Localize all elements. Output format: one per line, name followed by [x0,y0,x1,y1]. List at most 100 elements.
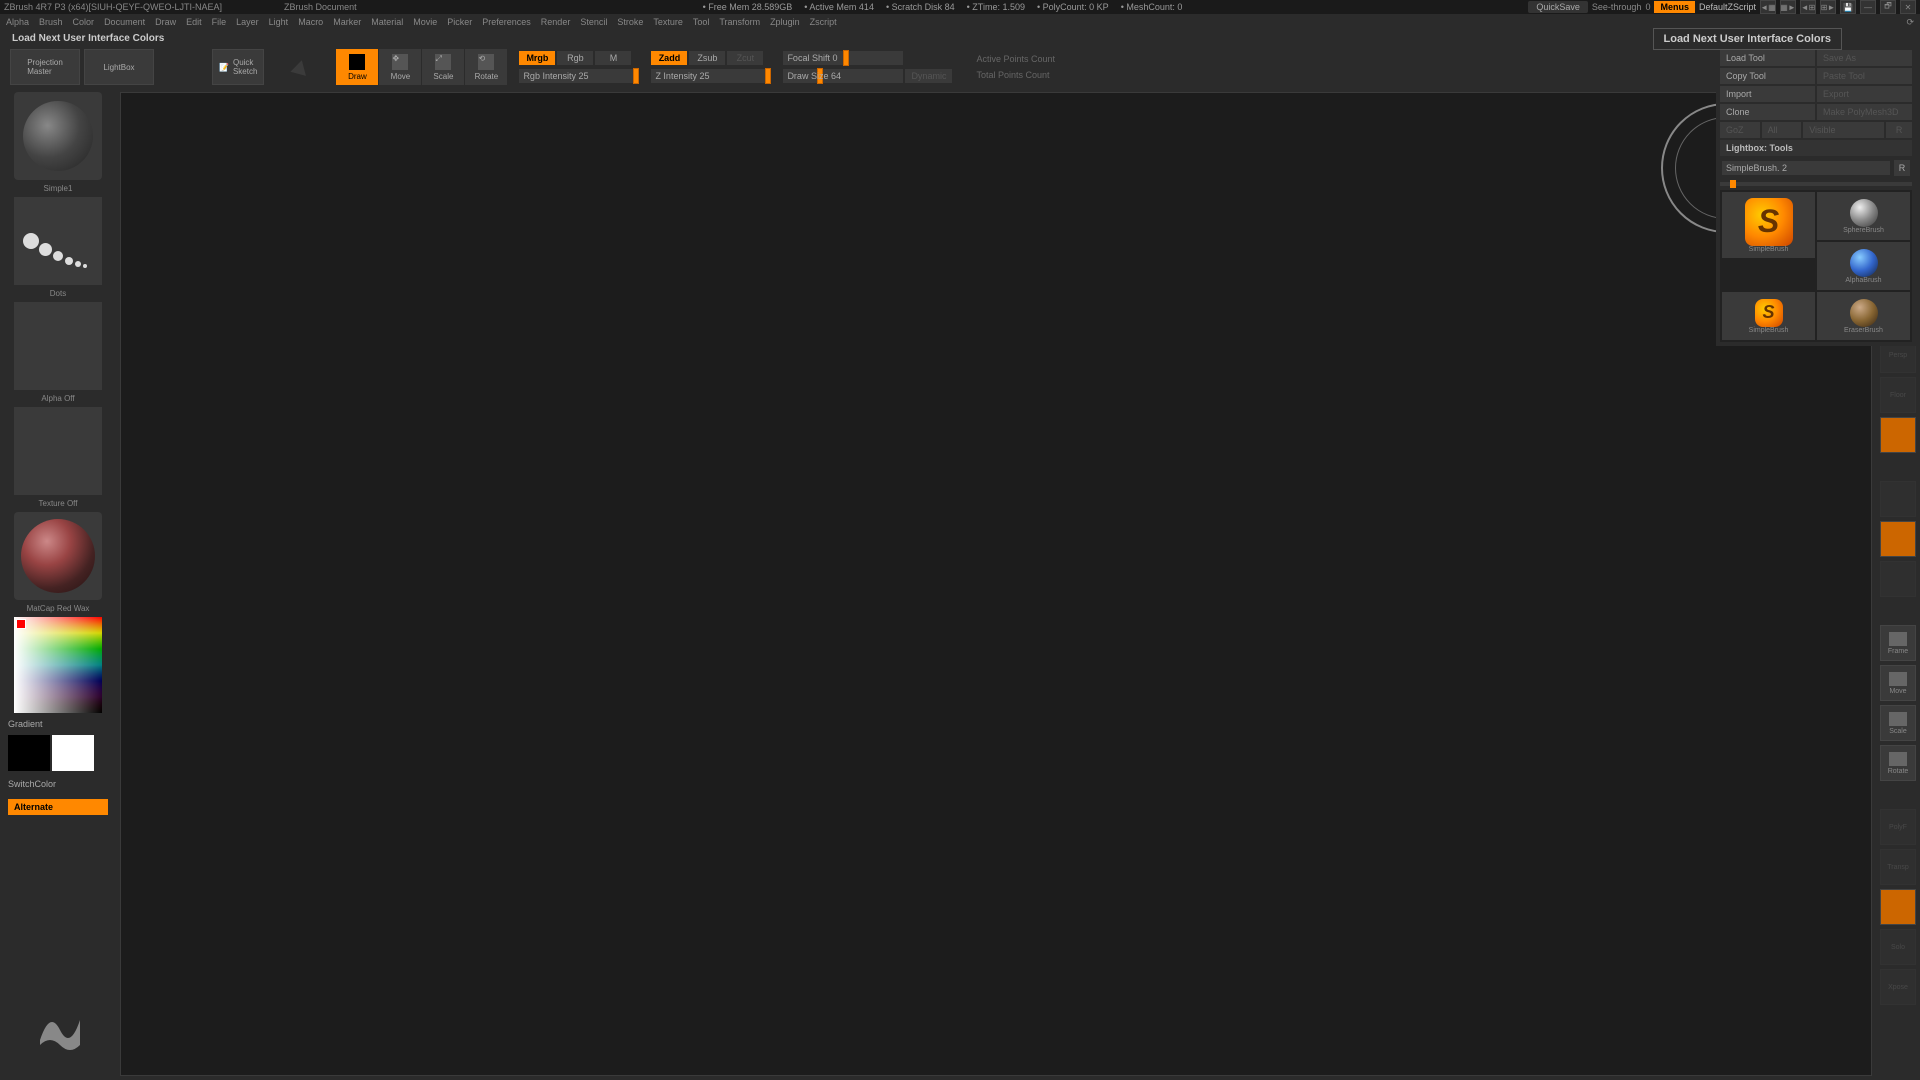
tool-alphabrush[interactable]: AlphaBrush [1817,242,1910,290]
menu-marker[interactable]: Marker [333,17,361,27]
gradient-button[interactable]: Gradient [4,717,112,731]
opt-button[interactable] [1880,561,1916,597]
menu-macro[interactable]: Macro [298,17,323,27]
xyz-button[interactable] [1880,521,1916,557]
menu-light[interactable]: Light [269,17,289,27]
lightbox-tools-header[interactable]: Lightbox: Tools [1720,140,1912,156]
tool-simplebrush2[interactable]: S SimpleBrush [1722,292,1815,340]
save-as-button[interactable]: Save As [1817,50,1912,66]
move-button[interactable]: Move [1880,665,1916,701]
close-icon[interactable]: ✕ [1900,0,1916,14]
menu-preferences[interactable]: Preferences [482,17,531,27]
tool-slider[interactable] [1720,182,1912,186]
tool-r-button[interactable]: R [1894,160,1910,176]
load-tool-button[interactable]: Load Tool [1720,50,1815,66]
goz-visible-button[interactable]: Visible [1803,122,1884,138]
menu-tool[interactable]: Tool [693,17,710,27]
primary-color-swatch[interactable] [52,735,94,771]
move-mode-button[interactable]: ✥Move [379,49,421,85]
copy-tool-button[interactable]: Copy Tool [1720,68,1815,84]
lsym-button[interactable] [1880,481,1916,517]
solo-button[interactable]: Solo [1880,929,1916,965]
make-polymesh-button[interactable]: Make PolyMesh3D [1817,104,1912,120]
menu-material[interactable]: Material [371,17,403,27]
paste-tool-button[interactable]: Paste Tool [1817,68,1912,84]
stroke-preview[interactable] [14,197,102,285]
layout-prev-icon[interactable]: ◄⊞ [1800,0,1816,14]
canvas[interactable] [120,92,1872,1076]
secondary-color-swatch[interactable] [8,735,50,771]
import-button[interactable]: Import [1720,86,1815,102]
menu-zscript[interactable]: Zscript [810,17,837,27]
floor-button[interactable]: Floor [1880,377,1916,413]
rgb-button[interactable]: Rgb [557,51,593,65]
menu-file[interactable]: File [212,17,227,27]
tool-simplebrush[interactable]: S SimpleBrush [1722,192,1815,258]
menu-zplugin[interactable]: Zplugin [770,17,800,27]
menu-render[interactable]: Render [541,17,571,27]
texture-preview[interactable] [14,407,102,495]
tool-spherebrush[interactable]: SphereBrush [1817,192,1910,240]
menu-draw[interactable]: Draw [155,17,176,27]
switch-color-button[interactable]: SwitchColor [4,775,112,793]
menu-movie[interactable]: Movie [413,17,437,27]
menu-alpha[interactable]: Alpha [6,17,29,27]
goz-r-button[interactable]: R [1886,122,1912,138]
material-preview[interactable] [14,512,102,600]
menu-picker[interactable]: Picker [447,17,472,27]
export-button[interactable]: Export [1817,86,1912,102]
scale-mode-button[interactable]: ⤢Scale [422,49,464,85]
tool-name-input[interactable] [1722,161,1890,175]
menu-brush[interactable]: Brush [39,17,63,27]
goz-all-button[interactable]: All [1762,122,1802,138]
menu-texture[interactable]: Texture [653,17,683,27]
menu-transform[interactable]: Transform [719,17,760,27]
scale-button[interactable]: Scale [1880,705,1916,741]
polyf-button[interactable]: PolyF [1880,809,1916,845]
transp-button[interactable]: Transp [1880,849,1916,885]
save-ui-icon[interactable]: 💾 [1840,0,1856,14]
dynamic-button[interactable]: Dynamic [905,69,952,83]
zadd-button[interactable]: Zadd [651,51,687,65]
quicksketch-button[interactable]: 📝Quick Sketch [212,49,264,85]
see-through-label[interactable]: See-through [1592,2,1642,12]
rgb-intensity-slider[interactable]: Rgb Intensity 25 [519,69,639,83]
m-button[interactable]: M [595,51,631,65]
layout-next-icon[interactable]: ⊞► [1820,0,1836,14]
local-button[interactable] [1880,417,1916,453]
focal-shift-slider[interactable]: Focal Shift 0 [783,51,903,65]
brush-preview[interactable] [14,92,102,180]
zsub-button[interactable]: Zsub [689,51,725,65]
ghost-button[interactable] [1880,889,1916,925]
rotate-button[interactable]: Rotate [1880,745,1916,781]
rotate-mode-button[interactable]: ⟲Rotate [465,49,507,85]
minimize-icon[interactable]: — [1860,0,1876,14]
menu-edit[interactable]: Edit [186,17,202,27]
default-script-button[interactable]: DefaultZScript [1699,2,1756,12]
menu-layer[interactable]: Layer [236,17,259,27]
xpose-button[interactable]: Xpose [1880,969,1916,1005]
edit-flag-icon[interactable] [291,58,310,76]
clone-button[interactable]: Clone [1720,104,1815,120]
alpha-preview[interactable] [14,302,102,390]
tool-eraserbrush[interactable]: EraserBrush [1817,292,1910,340]
z-intensity-slider[interactable]: Z Intensity 25 [651,69,771,83]
alternate-button[interactable]: Alternate [8,799,108,815]
lightbox-button[interactable]: LightBox [84,49,154,85]
quicksave-button[interactable]: QuickSave [1528,1,1588,13]
menu-stroke[interactable]: Stroke [617,17,643,27]
projection-master-button[interactable]: Projection Master [10,49,80,85]
refresh-icon[interactable]: ⟳ [1906,17,1914,28]
next-ui-icon[interactable]: ▦► [1780,0,1796,14]
menus-button[interactable]: Menus [1654,1,1695,13]
menu-document[interactable]: Document [104,17,145,27]
color-picker[interactable] [14,617,102,713]
draw-mode-button[interactable]: ✦Draw [336,49,378,85]
prev-ui-icon[interactable]: ◄▦ [1760,0,1776,14]
goz-button[interactable]: GoZ [1720,122,1760,138]
menu-color[interactable]: Color [73,17,95,27]
restore-icon[interactable]: 🗗 [1880,0,1896,14]
mrgb-button[interactable]: Mrgb [519,51,555,65]
draw-size-slider[interactable]: Draw Size 64 [783,69,903,83]
zcut-button[interactable]: Zcut [727,51,763,65]
